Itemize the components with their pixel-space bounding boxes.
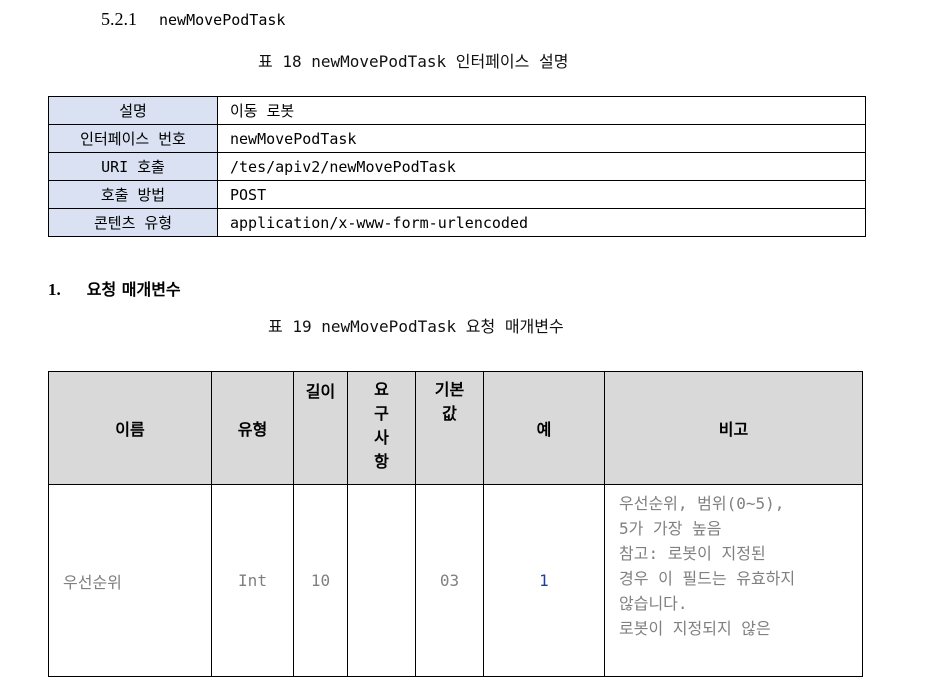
- row-value: newMovePodTask: [217, 124, 866, 153]
- request-params-heading: 1. 요청 매개변수: [48, 276, 181, 300]
- table-row: 호출 방법 POST: [48, 180, 866, 209]
- param-example: 1: [483, 484, 605, 677]
- note-line: 경우 이 필드는 유효하지: [619, 569, 796, 588]
- note-line: 않습니다.: [619, 594, 688, 613]
- param-required: [347, 484, 416, 677]
- row-value: /tes/apiv2/newMovePodTask: [217, 152, 866, 181]
- note-line: 로봇이 지정되지 않은: [619, 619, 771, 638]
- row-value: 이동 로봇: [217, 96, 866, 125]
- table-row: 우선순위 Int 10 03 1 우선순위, 범위(0~5), 5가 가장 높음…: [48, 484, 863, 677]
- row-key: 호출 방법: [48, 180, 218, 209]
- param-type: Int: [211, 484, 294, 677]
- table-row: 설명 이동 로봇: [48, 96, 866, 125]
- header-name: 이름: [48, 371, 212, 485]
- header-required-2: 구: [374, 404, 389, 423]
- param-name: 우선순위: [48, 484, 212, 677]
- param-note: 우선순위, 범위(0~5), 5가 가장 높음 참고: 로봇이 지정된 경우 이…: [604, 484, 863, 677]
- params-header-row: 이름 유형 길이 요 구 사 항 기본 값 예 비고: [48, 371, 863, 485]
- note-line: 우선순위, 범위(0~5),: [619, 494, 785, 513]
- header-required: 요 구 사 항: [347, 371, 416, 485]
- header-required-1: 요: [374, 380, 389, 399]
- header-required-3: 사: [374, 428, 389, 447]
- table-row: URI 호출/tes/apiv2/newMovePodTask: [48, 152, 866, 181]
- note-line: 5가 가장 높음: [619, 519, 722, 538]
- header-default-1: 기본: [434, 380, 465, 399]
- param-default: 03: [415, 484, 484, 677]
- table-row: 콘텐츠 유형 application/x-www-form-urlencoded: [48, 208, 866, 237]
- header-note: 비고: [604, 371, 863, 485]
- row-value: application/x-www-form-urlencoded: [217, 208, 866, 237]
- heading-number: 1.: [48, 280, 61, 299]
- section-title: 5.2.1 newMovePodTask: [101, 9, 285, 30]
- interface-description-table: 설명 이동 로봇 인터페이스 번호 newMovePodTask URI 호출/tes/…: [48, 96, 866, 237]
- request-params-table: 이름 유형 길이 요 구 사 항 기본 값 예 비고 우선순위 Int 10 0…: [48, 371, 863, 677]
- header-length: 길이: [293, 371, 348, 485]
- table-row: 인터페이스 번호 newMovePodTask: [48, 124, 866, 153]
- header-default-2: 값: [442, 404, 457, 423]
- heading-title: 요청 매개변수: [86, 280, 181, 299]
- table-caption-18: 표 18 newMovePodTask 인터페이스 설명: [258, 52, 569, 71]
- header-default: 기본 값: [415, 371, 484, 485]
- row-key: 인터페이스 번호: [48, 124, 218, 153]
- row-key: URI 호출: [48, 152, 218, 181]
- row-key: 설명: [48, 96, 218, 125]
- section-number: 5.2.1: [101, 9, 137, 29]
- note-line: 참고: 로봇이 지정된: [619, 544, 766, 563]
- header-example: 예: [483, 371, 605, 485]
- table-caption-19: 표 19 newMovePodTask 요청 매개변수: [268, 317, 564, 336]
- header-type: 유형: [211, 371, 294, 485]
- row-value: POST: [217, 180, 866, 209]
- header-required-4: 항: [374, 452, 389, 471]
- param-length: 10: [293, 484, 348, 677]
- section-name: newMovePodTask: [159, 11, 286, 29]
- row-key: 콘텐츠 유형: [48, 208, 218, 237]
